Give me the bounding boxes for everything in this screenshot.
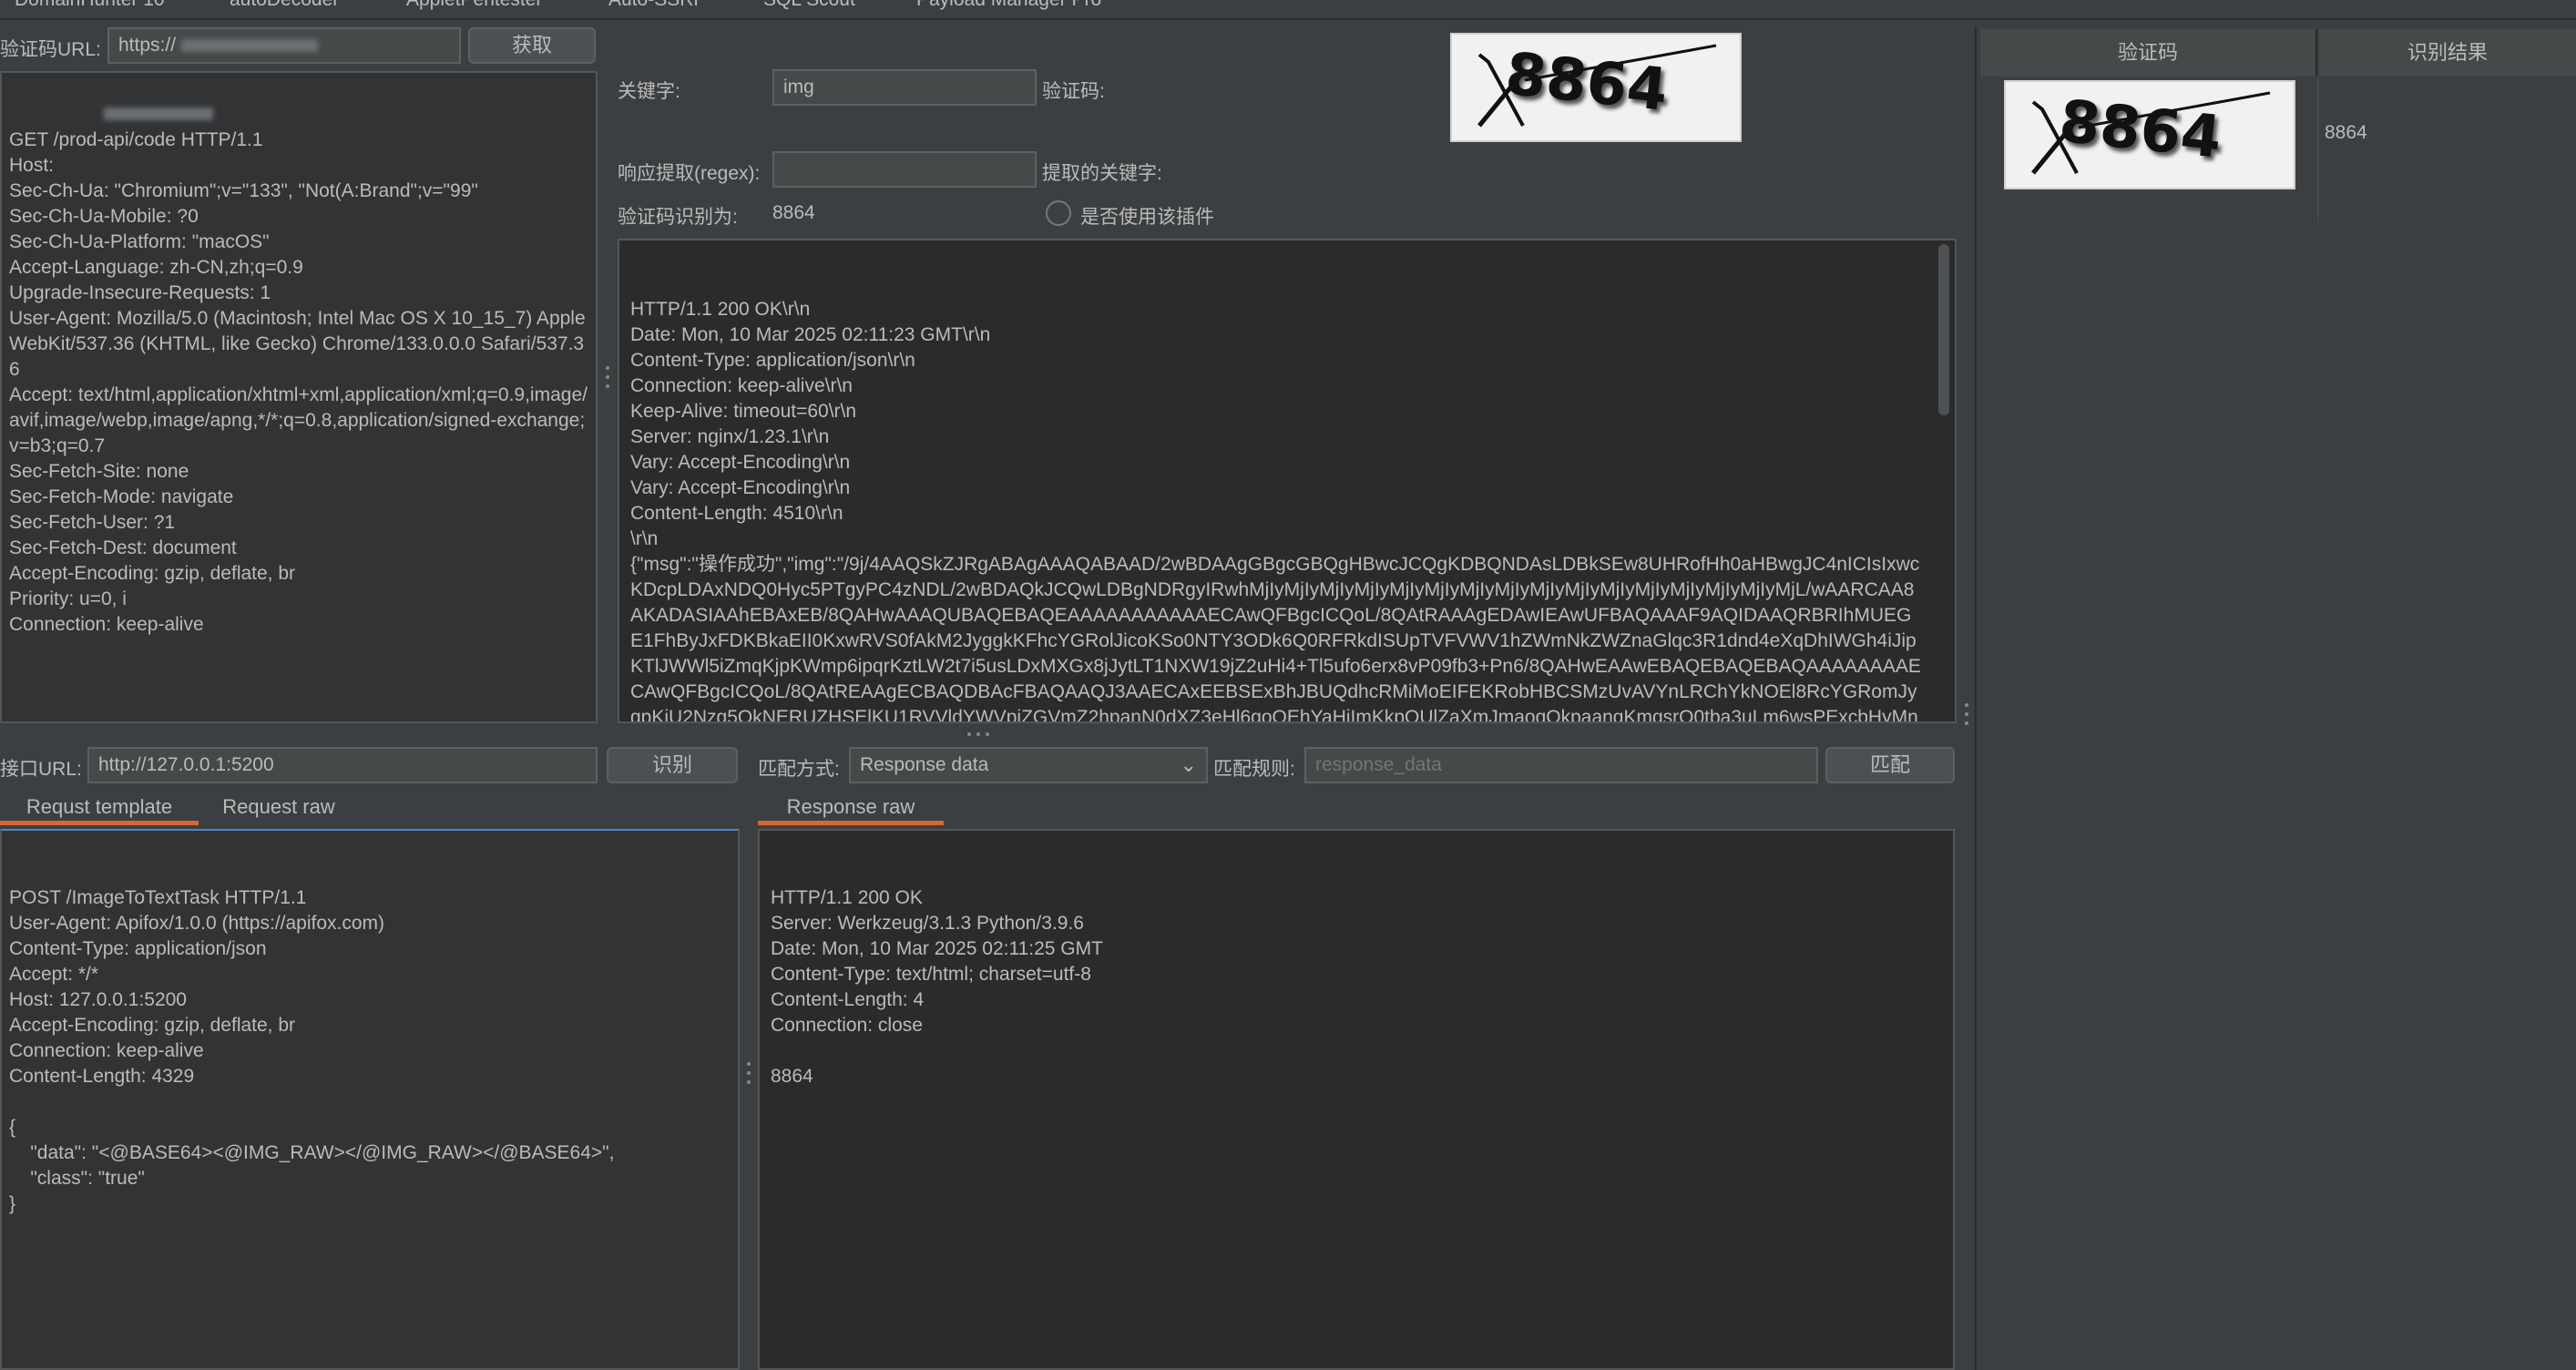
interface-url-value: http://127.0.0.1:5200 (98, 754, 274, 775)
top-tab-auto-ssrf[interactable]: Auto-SSRF (608, 0, 705, 11)
results-column-divider (2317, 77, 2319, 222)
match-button[interactable]: 匹配 (1825, 747, 1955, 783)
recognized-label: 验证码识别为: (618, 207, 738, 228)
request-text: GET /prod-api/code HTTP/1.1 Host: Sec-Ch… (9, 129, 588, 635)
captcha-image: 8864 8864 (1450, 33, 1742, 142)
splitter-dot (747, 1080, 751, 1084)
top-tab-payload-manager[interactable]: Payload Manager Pro (916, 0, 1101, 11)
redacted-host-value (104, 107, 213, 120)
response-raw-view[interactable]: HTTP/1.1 200 OK Server: Werkzeug/3.1.3 P… (758, 829, 1955, 1370)
top-tab-autodecoder[interactable]: autoDecoder (230, 0, 339, 11)
captcha-url-value: https:// (118, 35, 177, 56)
captcha-url-input[interactable]: https:// (107, 27, 461, 64)
results-row-result[interactable]: 8864 (2325, 122, 2367, 144)
results-header-result[interactable]: 识别结果 (2319, 29, 2576, 77)
request-template-text: POST /ImageToTextTask HTTP/1.1 User-Agen… (9, 887, 615, 1214)
top-tab-appletpentester[interactable]: AppletPentester (406, 0, 542, 11)
splitter-dot (747, 1062, 751, 1066)
regex-label: 响应提取(regex): (618, 163, 761, 184)
regex-input[interactable] (772, 151, 1037, 188)
response-raw-text: HTTP/1.1 200 OK Server: Werkzeug/3.1.3 P… (771, 887, 1103, 1087)
splitter-dot (1965, 703, 1968, 707)
response-view[interactable]: HTTP/1.1 200 OK\r\n Date: Mon, 10 Mar 20… (618, 239, 1957, 723)
keyword-input[interactable]: img (772, 69, 1037, 106)
splitter-dot (976, 732, 980, 736)
captcha-label: 验证码: (1042, 81, 1105, 102)
match-mode-label: 匹配方式: (758, 759, 840, 780)
splitter-dot (606, 384, 609, 388)
keyword-value: img (783, 77, 814, 97)
recognized-value: 8864 (772, 202, 815, 223)
chevron-down-icon: ⌄ (1180, 753, 1197, 776)
use-plugin-label: 是否使用该插件 (1080, 207, 1214, 228)
captcha-url-label: 验证码URL: (0, 39, 101, 60)
results-row-captcha-image[interactable]: 8864 8864 (2004, 80, 2295, 189)
splitter-dot (967, 732, 971, 736)
use-plugin-radio[interactable] (1046, 200, 1071, 226)
match-mode-value: Response data (860, 754, 989, 775)
request-template-editor[interactable]: POST /ImageToTextTask HTTP/1.1 User-Agen… (0, 829, 740, 1370)
response-text: HTTP/1.1 200 OK\r\n Date: Mon, 10 Mar 20… (630, 299, 1921, 723)
top-divider (0, 18, 2576, 20)
interface-url-input[interactable]: http://127.0.0.1:5200 (87, 747, 598, 783)
top-tab-sql-scout[interactable]: SQL Scout (763, 0, 855, 11)
splitter-dot (606, 375, 609, 379)
request-editor[interactable]: GET /prod-api/code HTTP/1.1 Host: Sec-Ch… (0, 71, 598, 723)
top-tab-domainhunter[interactable]: DomainHunter 10 (15, 0, 165, 11)
splitter-dot (747, 1071, 751, 1075)
redacted-host-blur (181, 39, 319, 53)
results-panel: 验证码 识别结果 8864 8864 8864 (1975, 27, 2576, 1370)
interface-url-label: 接口URL: (0, 759, 82, 780)
match-rule-input[interactable] (1304, 747, 1818, 783)
extracted-keyword-label: 提取的关键字: (1042, 163, 1162, 184)
splitter-dot (1965, 721, 1968, 725)
tab-request-template[interactable]: Requst template (0, 789, 199, 825)
response-scrollbar[interactable] (1938, 244, 1949, 415)
recognize-button[interactable]: 识别 (607, 747, 738, 783)
tab-response-raw[interactable]: Response raw (758, 789, 944, 825)
results-header-captcha[interactable]: 验证码 (1980, 29, 2317, 77)
splitter-dot (1965, 712, 1968, 716)
fetch-button[interactable]: 获取 (468, 27, 596, 64)
match-mode-select[interactable]: Response data ⌄ (849, 747, 1208, 783)
match-rule-label: 匹配规则: (1213, 759, 1295, 780)
splitter-dot (986, 732, 989, 736)
keyword-label: 关键字: (618, 81, 680, 102)
tab-request-raw[interactable]: Request raw (204, 789, 353, 825)
splitter-dot (606, 366, 609, 370)
